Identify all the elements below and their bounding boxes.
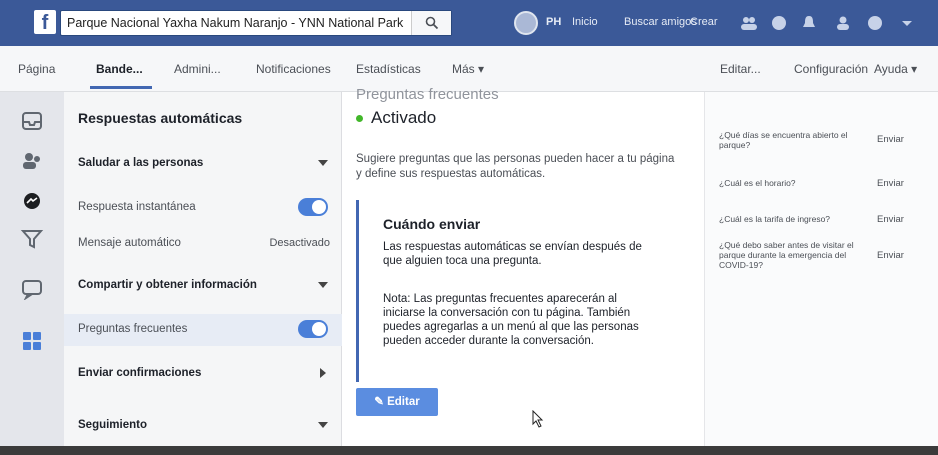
tab-insights[interactable]: Estadísticas: [356, 62, 421, 76]
search-input[interactable]: Parque Nacional Yaxha Nakum Naranjo - YN…: [60, 10, 452, 36]
left-icon-rail: [0, 92, 64, 455]
send-button[interactable]: Enviar: [877, 134, 904, 145]
profile-link[interactable]: PH: [546, 16, 561, 28]
when-to-send-box: Cuándo enviar Las respuestas automáticas…: [356, 200, 666, 382]
menu-row-label: Saludar a las personas: [78, 157, 204, 169]
chevron-right-icon[interactable]: [320, 368, 326, 378]
automations-icon[interactable]: [20, 330, 44, 352]
menu-row-share-info[interactable]: Compartir y obtener información: [64, 270, 342, 302]
menu-row-label: Mensaje automático: [78, 237, 181, 249]
tab-admin[interactable]: Admini...: [174, 62, 221, 76]
facebook-logo-icon[interactable]: f: [34, 10, 56, 34]
account-menu-icon[interactable]: [898, 14, 916, 32]
search-value: Parque Nacional Yaxha Nakum Naranjo - YN…: [67, 16, 404, 30]
tab-more[interactable]: Más ▾: [452, 62, 484, 76]
menu-row-label: Enviar confirmaciones: [78, 367, 202, 379]
settings-link[interactable]: Configuración: [794, 62, 868, 76]
question-text: ¿Cuál es el horario?: [719, 178, 796, 188]
nav-find-friends[interactable]: Buscar amigos: [624, 16, 697, 28]
menu-row-away-message[interactable]: Mensaje automático Desactivado: [64, 228, 342, 260]
people-icon[interactable]: [20, 150, 44, 172]
chevron-down-icon[interactable]: [318, 160, 328, 166]
nav-home[interactable]: Inicio: [572, 16, 598, 28]
top-bar: f Parque Nacional Yaxha Nakum Naranjo - …: [0, 0, 938, 46]
tab-inbox[interactable]: Bande...: [96, 62, 143, 76]
edit-button[interactable]: ✎ Editar: [356, 388, 438, 416]
help-icon[interactable]: [866, 14, 884, 32]
edit-page-info-link[interactable]: Editar...: [720, 62, 761, 76]
send-button[interactable]: Enviar: [877, 214, 904, 225]
menu-row-faq[interactable]: Preguntas frecuentes: [64, 314, 342, 346]
menu-row-label: Compartir y obtener información: [78, 279, 257, 291]
status-activated: Activado: [356, 108, 436, 128]
mouse-cursor-icon: [532, 410, 544, 428]
messenger-icon[interactable]: [770, 14, 788, 32]
nav-create[interactable]: Crear: [690, 16, 718, 28]
send-button[interactable]: Enviar: [877, 250, 904, 261]
friend-requests-icon[interactable]: [740, 14, 758, 32]
question-text: ¿Qué días se encuentra abierto el parque…: [719, 130, 848, 150]
menu-title: Respuestas automáticas: [78, 110, 243, 126]
faq-questions-panel: ¿Qué días se encuentra abierto el parque…: [704, 92, 938, 455]
search-button[interactable]: [411, 11, 451, 35]
question-text: ¿Qué debo saber antes de visitar el parq…: [719, 240, 854, 270]
menu-row-send-confirmations[interactable]: Enviar confirmaciones: [64, 358, 342, 390]
menu-row-label: Seguimiento: [78, 419, 148, 431]
active-tab-indicator: [90, 86, 152, 89]
menu-row-follow-up[interactable]: Seguimiento: [64, 410, 342, 442]
active-dot-icon: [356, 115, 363, 123]
faq-toggle[interactable]: [298, 320, 328, 338]
instant-reply-toggle[interactable]: [298, 198, 328, 216]
help-dropdown[interactable]: Ayuda ▾: [874, 62, 917, 76]
people-icon[interactable]: [834, 14, 852, 32]
when-to-send-title: Cuándo enviar: [383, 216, 481, 232]
menu-row-instant-reply[interactable]: Respuesta instantánea: [64, 192, 342, 224]
automated-responses-menu: Respuestas automáticas Saludar a las per…: [64, 92, 342, 455]
search-icon: [425, 16, 439, 30]
avatar[interactable]: [514, 11, 538, 35]
when-to-send-note: Nota: Las preguntas frecuentes aparecerá…: [383, 293, 639, 347]
menu-row-label: Respuesta instantánea: [78, 201, 196, 213]
tab-page[interactable]: Página: [18, 62, 55, 76]
tab-notifications[interactable]: Notificaciones: [256, 62, 331, 76]
menu-row-label: Preguntas frecuentes: [78, 323, 188, 335]
inbox-icon[interactable]: [20, 110, 44, 132]
status-badge: Desactivado: [269, 237, 330, 249]
description: Sugiere preguntas que las personas puede…: [356, 153, 675, 180]
when-to-send-text: Las respuestas automáticas se envían des…: [383, 241, 642, 267]
filter-icon[interactable]: [20, 228, 44, 250]
screen-bottom-edge: [0, 446, 938, 455]
comment-icon[interactable]: [20, 278, 44, 300]
notifications-icon[interactable]: [800, 14, 818, 32]
messenger-icon[interactable]: [20, 190, 44, 212]
chevron-down-icon[interactable]: [318, 422, 328, 428]
status-text: Activado: [371, 108, 437, 127]
menu-row-greet-people[interactable]: Saludar a las personas: [64, 148, 342, 180]
faq-detail-panel: Preguntas frecuentes Activado Sugiere pr…: [342, 86, 704, 455]
send-button[interactable]: Enviar: [877, 178, 904, 189]
section-heading: Preguntas frecuentes: [356, 86, 499, 103]
question-text: ¿Cuál es la tarifa de ingreso?: [719, 214, 831, 224]
chevron-down-icon[interactable]: [318, 282, 328, 288]
